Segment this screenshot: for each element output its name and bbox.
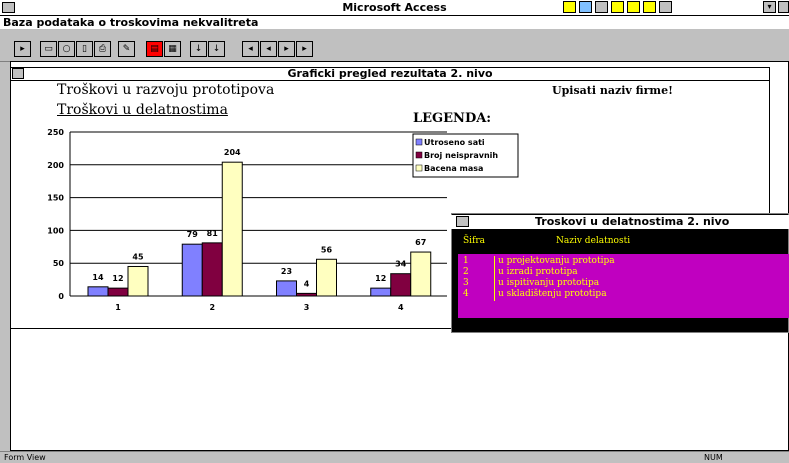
- x-tick-label: 4: [398, 303, 404, 312]
- data-label: 4: [304, 279, 310, 288]
- activity-name[interactable]: u ispitivanju prototipa: [498, 278, 599, 289]
- bar: [181, 243, 203, 297]
- activity-code[interactable]: 1: [463, 256, 469, 267]
- bar: [87, 286, 109, 297]
- list-divider: [494, 256, 495, 301]
- legend-entry: Bacena masa: [424, 164, 483, 173]
- column-header-code: Šifra: [463, 236, 486, 246]
- data-label: 79: [187, 230, 199, 239]
- data-label: 67: [415, 238, 426, 247]
- data-label: 34: [395, 260, 407, 269]
- column-header-name: Naziv delatnosti: [556, 236, 631, 246]
- activity-code[interactable]: 2: [463, 267, 469, 278]
- data-label: 23: [281, 267, 292, 276]
- y-tick-label: 250: [47, 128, 64, 137]
- x-tick-label: 2: [209, 303, 215, 312]
- data-label: 204: [224, 148, 241, 157]
- data-label: 45: [132, 252, 144, 261]
- bar: [370, 287, 392, 297]
- status-num: NUM: [704, 453, 723, 462]
- activities-window-menu-icon[interactable]: [456, 216, 469, 227]
- legend-entry: Broj neispravnih: [424, 151, 498, 160]
- y-tick-label: 150: [47, 194, 64, 203]
- bar: [221, 161, 243, 297]
- legend-swatch: [415, 164, 423, 172]
- y-tick-label: 100: [47, 226, 64, 235]
- bar: [296, 292, 317, 297]
- bar: [390, 273, 412, 297]
- data-label: 12: [375, 274, 386, 283]
- bar: [276, 280, 297, 297]
- activities-window-title: Troskovi u delatnostima 2. nivo: [535, 215, 730, 228]
- bar: [107, 287, 129, 297]
- legend-swatch: [415, 151, 423, 159]
- activities-window-title-bar: Troskovi u delatnostima 2. nivo: [451, 215, 789, 229]
- bar: [410, 251, 432, 297]
- activity-code[interactable]: 4: [463, 289, 469, 300]
- y-tick-label: 200: [47, 161, 64, 170]
- bar: [316, 258, 337, 297]
- data-label: 14: [92, 273, 104, 282]
- x-tick-label: 3: [304, 303, 310, 312]
- x-tick-label: 1: [115, 303, 121, 312]
- legend-swatch: [415, 138, 423, 146]
- data-label: 12: [112, 274, 123, 283]
- legend-entry: Utroseno sati: [424, 138, 485, 147]
- data-label: 81: [207, 229, 219, 238]
- status-bar: Form View NUM: [0, 451, 789, 463]
- status-mode: Form View: [4, 453, 46, 462]
- bar: [201, 242, 223, 297]
- activity-name[interactable]: u izradi prototipa: [498, 267, 578, 278]
- y-tick-label: 50: [53, 259, 65, 268]
- bar: [127, 265, 149, 297]
- data-label: 56: [321, 245, 333, 254]
- activity-name[interactable]: u skladištenju prototipa: [498, 289, 607, 300]
- y-tick-label: 0: [58, 292, 64, 301]
- activity-code[interactable]: 3: [463, 278, 469, 289]
- activity-name[interactable]: u projektovanju prototipa: [498, 256, 615, 267]
